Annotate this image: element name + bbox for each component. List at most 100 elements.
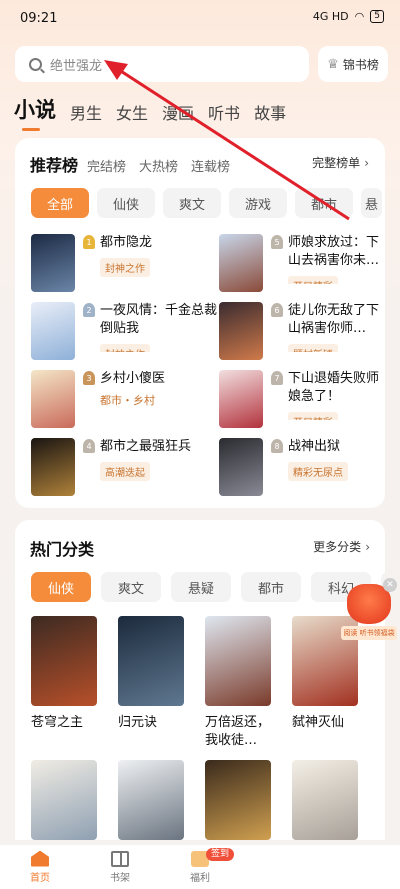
rank-subtab-hot[interactable]: 大热榜 <box>139 156 178 175</box>
rank-book-list: 1 都市隐龙 封神之作 5 师娘求放过：下山去祸害你未… 开局精彩 2 一夜风情：千金… <box>31 234 385 496</box>
rank-book-item[interactable]: 3 乡村小傻医 都市・乡村 <box>31 370 219 428</box>
nav-home-label: 首页 <box>30 872 50 884</box>
chip-xianxia[interactable]: 仙侠 <box>97 188 155 218</box>
rank-book-item[interactable]: 6 徒儿你无敌了下山祸害你师… 题材新颖 <box>219 302 385 360</box>
book-cover <box>205 616 271 706</box>
book-cover <box>31 370 75 428</box>
full-rank-label: 完整榜单 <box>312 156 361 170</box>
chip-suspense[interactable]: 悬 <box>361 188 383 218</box>
rank-subtab-serial[interactable]: 连载榜 <box>191 156 230 175</box>
status-bar: 09:21 4G HD ◠ 5 <box>0 0 400 40</box>
chip-suspense[interactable]: 悬疑 <box>171 572 231 602</box>
chip-shuangwen[interactable]: 爽文 <box>101 572 161 602</box>
hot-book-item[interactable] <box>31 760 97 840</box>
tab-story[interactable]: 故事 <box>254 100 286 124</box>
rank-book-item[interactable]: 7 下山退婚失败师娘急了！ 开局精彩 <box>219 370 385 428</box>
network-indicator: 4G HD <box>312 10 349 23</box>
rank-book-item[interactable]: 5 师娘求放过：下山去祸害你未… 开局精彩 <box>219 234 385 292</box>
trophy-icon: ♕ <box>327 56 339 72</box>
book-cover <box>31 438 75 496</box>
nav-shelf-label: 书架 <box>110 872 130 884</box>
hot-book-item[interactable] <box>292 760 358 840</box>
status-icons: 4G HD ◠ 5 <box>313 10 384 23</box>
search-placeholder: 绝世强龙 <box>50 58 103 74</box>
more-category-link[interactable]: 更多分类 › <box>313 538 370 555</box>
book-tag: 精彩无尿点 <box>288 462 348 481</box>
book-cover <box>118 760 184 840</box>
hot-book-row: 苍穹之主 归元诀 万倍返还，我收徒… 弑神灭仙 <box>31 616 358 750</box>
chevron-right-icon: › <box>365 540 370 554</box>
chip-shuangwen[interactable]: 爽文 <box>163 188 221 218</box>
rank-subtab-complete[interactable]: 完结榜 <box>87 156 126 175</box>
hot-book-item[interactable] <box>205 760 271 840</box>
rank-medal-icon: 1 <box>83 235 95 249</box>
hot-book-item[interactable]: 归元诀 <box>118 616 184 750</box>
chip-game[interactable]: 游戏 <box>229 188 287 218</box>
book-cover <box>219 438 263 496</box>
chip-urban[interactable]: 都市 <box>295 188 353 218</box>
book-title: 战神出狱 <box>288 439 341 454</box>
nav-welfare[interactable]: 福利 签到 <box>160 845 240 889</box>
rank-book-item[interactable]: 2 一夜风情：千金总裁倒贴我 封神之作 <box>31 302 219 360</box>
book-title: 归元诀 <box>118 715 158 730</box>
rank-book-item[interactable]: 1 都市隐龙 封神之作 <box>31 234 219 292</box>
main-tabs: 小说 男生 女生 漫画 听书 故事 <box>14 94 286 131</box>
book-genre: 都市・乡村 <box>100 394 155 407</box>
book-cover <box>31 302 75 360</box>
book-cover <box>205 760 271 840</box>
hot-book-item[interactable] <box>118 760 184 840</box>
chip-urban[interactable]: 都市 <box>241 572 301 602</box>
rank-medal-icon: 6 <box>271 303 283 317</box>
rank-medal-icon: 2 <box>83 303 95 317</box>
lucky-bag-pendant[interactable]: ✕ 阅读 听书领福袋 <box>341 578 397 648</box>
wifi-icon: ◠ <box>354 10 365 23</box>
book-cover <box>292 760 358 840</box>
rank-medal-icon: 4 <box>83 439 95 453</box>
hot-book-item[interactable]: 万倍返还，我收徒… <box>205 616 271 750</box>
book-title: 乡村小傻医 <box>100 371 166 386</box>
book-icon <box>111 850 129 867</box>
book-cover <box>118 616 184 706</box>
full-rank-link[interactable]: 完整榜单 › <box>312 154 369 171</box>
nav-home[interactable]: 首页 <box>0 845 80 889</box>
book-tag: 封神之作 <box>100 258 150 277</box>
rank-title[interactable]: 推荐榜 <box>30 152 78 176</box>
rank-book-item[interactable]: 8 战神出狱 精彩无尿点 <box>219 438 385 496</box>
book-tag: 高潮迭起 <box>100 462 150 481</box>
book-cover <box>31 616 97 706</box>
book-title: 师娘求放过：下山去祸害你未… <box>288 235 380 268</box>
rank-medal-icon: 7 <box>271 371 283 385</box>
search-input[interactable]: 绝世强龙 <box>15 46 309 82</box>
nav-shelf[interactable]: 书架 <box>80 845 160 889</box>
chip-all[interactable]: 全部 <box>31 188 89 218</box>
book-cover <box>31 760 97 840</box>
hot-book-item[interactable]: 苍穹之主 <box>31 616 97 750</box>
jinshu-rank-button[interactable]: ♕ 锦书榜 <box>318 46 388 82</box>
book-cover <box>219 370 263 428</box>
close-icon[interactable]: ✕ <box>383 578 397 592</box>
book-cover <box>31 234 75 292</box>
hot-title: 热门分类 <box>30 540 95 559</box>
tab-male[interactable]: 男生 <box>70 100 102 124</box>
hot-book-row <box>31 760 358 840</box>
home-icon <box>31 850 49 867</box>
tab-audio[interactable]: 听书 <box>208 100 240 124</box>
book-title: 都市隐龙 <box>100 235 153 250</box>
recommend-rank-card: 推荐榜 完结榜 大热榜 连载榜 完整榜单 › 全部 仙侠 爽文 游戏 都市 悬 1… <box>15 138 385 508</box>
tab-novel[interactable]: 小说 <box>14 94 56 131</box>
book-title: 弑神灭仙 <box>292 715 345 730</box>
nav-welfare-label: 福利 <box>190 872 210 884</box>
chevron-right-icon: › <box>364 156 369 170</box>
book-cover <box>219 234 263 292</box>
chip-xianxia[interactable]: 仙侠 <box>31 572 91 602</box>
tab-comic[interactable]: 漫画 <box>162 100 194 124</box>
rank-medal-icon: 3 <box>83 371 95 385</box>
bottom-nav: 首页 书架 福利 签到 <box>0 845 400 889</box>
book-title: 徒儿你无敌了下山祸害你师… <box>288 303 380 336</box>
rank-button-label: 锦书榜 <box>342 57 379 72</box>
pendant-label: 阅读 听书领福袋 <box>341 626 397 640</box>
book-tag: 题材新颖 <box>288 344 338 352</box>
rank-book-item[interactable]: 4 都市之最强狂兵 高潮迭起 <box>31 438 219 496</box>
book-cover <box>219 302 263 360</box>
tab-female[interactable]: 女生 <box>116 100 148 124</box>
